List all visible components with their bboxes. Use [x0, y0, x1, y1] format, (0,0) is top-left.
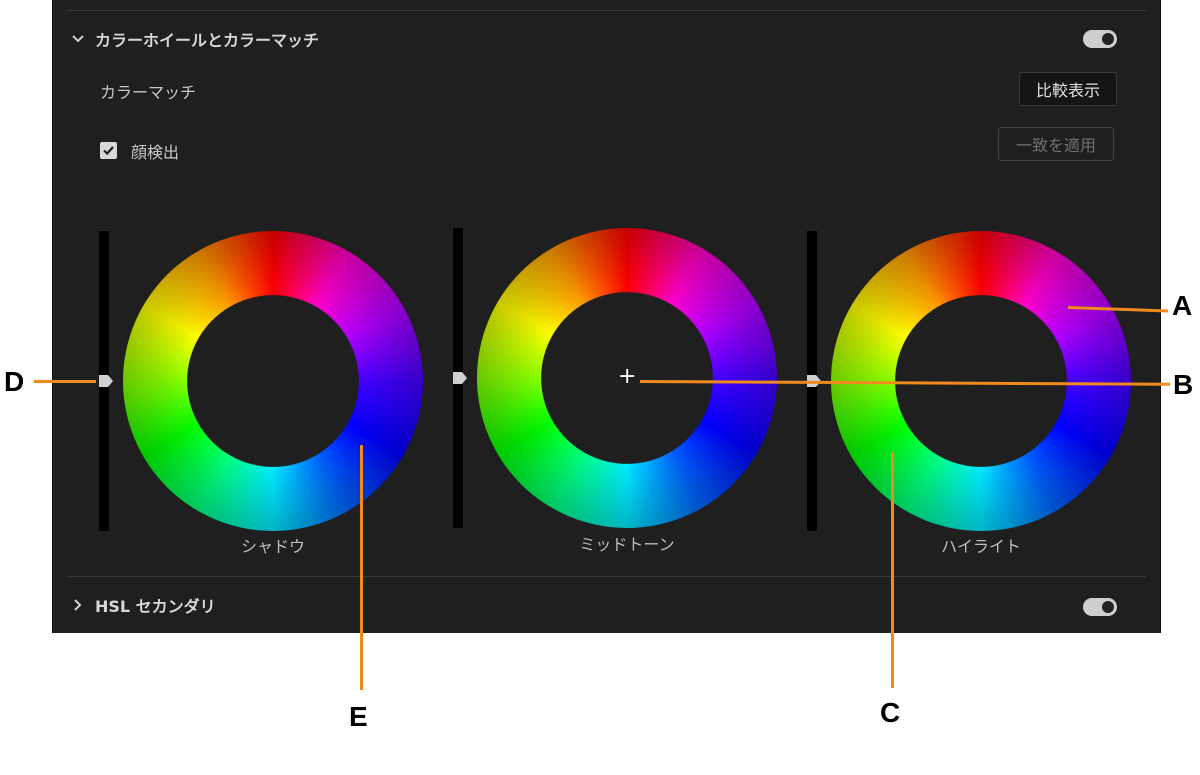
- callout-line-c: [891, 452, 894, 688]
- callout-label-c: C: [880, 697, 901, 728]
- color-wheels-enable-toggle[interactable]: [1083, 30, 1117, 48]
- midtones-slider-handle[interactable]: [453, 372, 467, 384]
- highlights-wheel-label: ハイライト: [941, 537, 1021, 556]
- color-match-label: カラーマッチ: [100, 83, 197, 102]
- shadows-slider-handle[interactable]: [99, 375, 113, 387]
- shadows-color-wheel[interactable]: [123, 231, 423, 531]
- callout-label-b: B: [1173, 369, 1194, 400]
- section-header-color-wheels[interactable]: カラーホイールとカラーマッチ: [71, 26, 319, 52]
- callout-label-d: D: [4, 366, 25, 397]
- callout-label-a: A: [1172, 290, 1193, 321]
- top-divider: [67, 10, 1146, 11]
- section-divider: [67, 576, 1146, 577]
- callout-line-d: [34, 380, 96, 383]
- chevron-right-icon[interactable]: [71, 598, 85, 612]
- compare-view-button[interactable]: 比較表示: [1019, 72, 1117, 106]
- wheel-center-crosshair-icon[interactable]: +: [618, 366, 636, 388]
- midtones-wheel-label: ミッドトーン: [579, 535, 675, 554]
- hsl-enable-toggle[interactable]: [1083, 598, 1117, 616]
- toggle-knob: [1102, 601, 1114, 613]
- callout-line-e: [360, 445, 363, 690]
- face-detection-label: 顔検出: [131, 143, 180, 162]
- shadows-wheel-label: シャドウ: [240, 537, 305, 556]
- section-title-hsl: HSL セカンダリ: [95, 597, 216, 616]
- callout-label-e: E: [349, 701, 368, 732]
- chevron-down-icon[interactable]: [71, 32, 85, 46]
- checkmark-icon: [103, 146, 114, 156]
- section-header-hsl[interactable]: HSL セカンダリ: [71, 592, 216, 618]
- lumetri-color-panel: カラーホイールとカラーマッチ カラーマッチ 比較表示 顔検出 一致を適用 シャド…: [52, 0, 1161, 633]
- toggle-knob: [1102, 33, 1114, 45]
- apply-match-button[interactable]: 一致を適用: [998, 127, 1114, 161]
- face-detection-checkbox[interactable]: [100, 142, 117, 159]
- section-title: カラーホイールとカラーマッチ: [95, 31, 320, 50]
